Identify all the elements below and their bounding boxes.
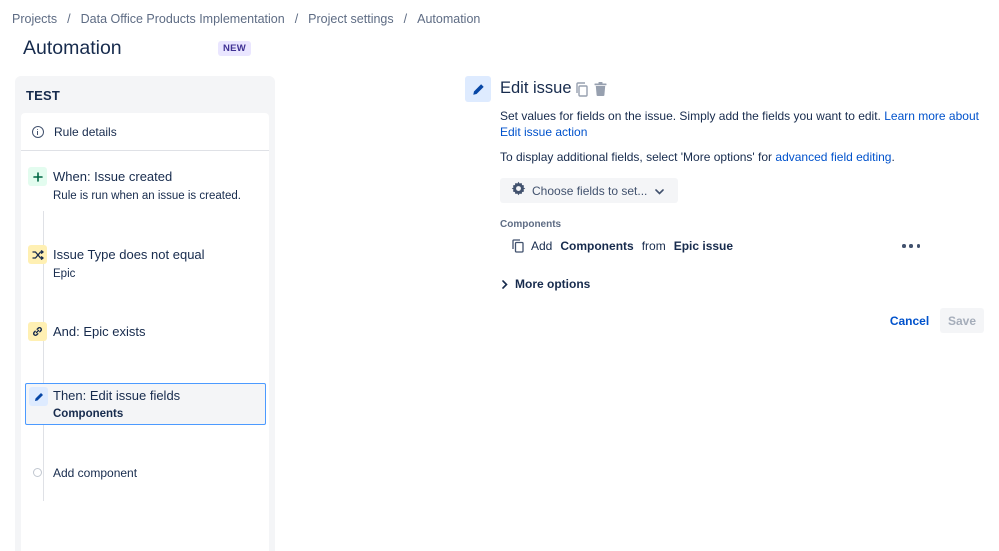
- new-badge: NEW: [218, 41, 252, 56]
- description-text: Set values for fields on the issue. Simp…: [500, 109, 885, 123]
- pencil-icon: [29, 387, 48, 406]
- field-value-prefix: Add: [531, 239, 553, 253]
- branch-title: And: Epic exists: [53, 324, 146, 339]
- breadcrumb-project[interactable]: Data Office Products Implementation: [81, 12, 285, 26]
- trigger-component[interactable]: When: Issue created Rule is run when an …: [21, 165, 269, 205]
- rule-panel: TEST Rule details When: Issue created Ru…: [15, 76, 275, 551]
- trash-icon[interactable]: [594, 82, 607, 101]
- breadcrumb-separator: /: [294, 12, 299, 26]
- add-component-button[interactable]: Add component: [21, 463, 269, 487]
- copy-icon[interactable]: [575, 82, 589, 102]
- hint-suffix: .: [891, 150, 895, 164]
- action-component-selected[interactable]: Then: Edit issue fields Components: [25, 383, 266, 425]
- cancel-button[interactable]: Cancel: [883, 308, 936, 333]
- pencil-icon: [465, 76, 491, 102]
- plus-icon: [28, 167, 47, 186]
- breadcrumb-projects[interactable]: Projects: [12, 12, 57, 26]
- save-button[interactable]: Save: [940, 308, 984, 333]
- detail-description: Set values for fields on the issue. Simp…: [500, 108, 990, 140]
- condition-title: Issue Type does not equal: [53, 247, 205, 262]
- page-title: Automation: [23, 37, 122, 59]
- shuffle-icon: [28, 245, 47, 264]
- add-component-dot-icon: [33, 468, 42, 477]
- breadcrumb-automation[interactable]: Automation: [417, 12, 480, 26]
- add-component-label: Add component: [53, 466, 138, 480]
- components-field-heading: Components: [500, 219, 562, 230]
- rule-component-list: Rule details When: Issue created Rule is…: [21, 113, 269, 551]
- additional-fields-hint: To display additional fields, select 'Mo…: [500, 150, 895, 164]
- condition-component[interactable]: Issue Type does not equal Epic: [21, 243, 269, 283]
- breadcrumb-separator: /: [403, 12, 408, 26]
- gear-icon: [511, 181, 526, 201]
- rule-name: TEST: [26, 88, 61, 103]
- rule-details-item[interactable]: Rule details: [21, 113, 269, 151]
- more-options-toggle[interactable]: More options: [502, 277, 590, 291]
- field-value-source: Epic issue: [673, 239, 734, 253]
- branch-component[interactable]: And: Epic exists: [21, 320, 269, 350]
- rule-details-label: Rule details: [54, 124, 117, 139]
- trigger-description: Rule is run when an issue is created.: [53, 190, 241, 202]
- info-icon: [32, 125, 44, 138]
- advanced-field-editing-link[interactable]: advanced field editing: [775, 150, 891, 164]
- choose-fields-button[interactable]: Choose fields to set...: [500, 178, 678, 203]
- trigger-title: When: Issue created: [53, 169, 173, 184]
- action-field: Components: [53, 408, 124, 420]
- field-value-field: Components: [560, 239, 634, 253]
- chevron-right-icon: [502, 279, 508, 289]
- hint-prefix: To display additional fields, select 'Mo…: [500, 150, 776, 164]
- components-field-value[interactable]: Add Components from Epic issue: [512, 237, 733, 255]
- breadcrumb: Projects / Data Office Products Implemen…: [12, 12, 480, 26]
- action-title: Then: Edit issue fields: [53, 388, 181, 403]
- breadcrumb-project-settings[interactable]: Project settings: [308, 12, 393, 26]
- breadcrumb-separator: /: [67, 12, 71, 26]
- link-icon: [28, 322, 47, 341]
- copy-icon: [512, 239, 524, 253]
- choose-fields-label: Choose fields to set...: [532, 183, 648, 198]
- field-value-middle: from: [641, 239, 666, 253]
- detail-title: Edit issue: [500, 79, 572, 97]
- more-options-label: More options: [515, 277, 591, 291]
- more-actions-icon[interactable]: [902, 238, 920, 254]
- condition-value: Epic: [53, 268, 76, 280]
- chevron-down-icon: [655, 182, 665, 200]
